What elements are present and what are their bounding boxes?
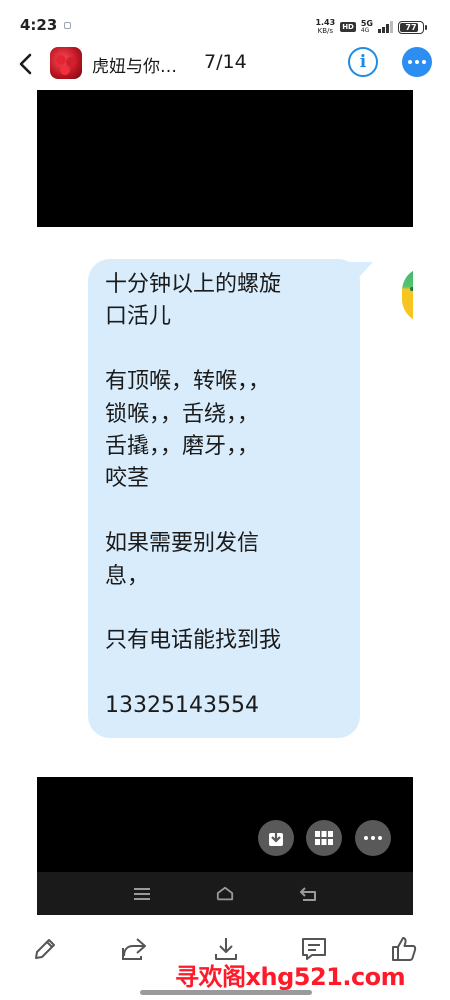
info-icon: i [359, 52, 367, 72]
status-bar: 4:23 1.43 KB/s HD 5G 4G 77 [0, 0, 450, 44]
network-speed-unit: KB/s [317, 27, 334, 35]
image-more-button[interactable] [355, 820, 391, 856]
avatar[interactable] [50, 47, 82, 79]
network-type: 5G 4G [360, 19, 373, 35]
pencil-icon [35, 939, 55, 959]
grid-view-button[interactable] [306, 820, 342, 856]
notification-icon [64, 22, 71, 29]
edit-button[interactable] [29, 933, 61, 965]
header: 虎妞与你… 7/14 i [0, 44, 450, 84]
watermark-text: 寻欢阁xhg521.com [175, 963, 406, 991]
chevron-left-icon [19, 53, 32, 75]
status-time: 4:23 [20, 16, 58, 34]
chat-screenshot: 十分钟以上的螺旋 口活儿 有顶喉，转喉，， 锁喉，，舌绕，， 舌撬，，磨牙，， … [37, 227, 413, 777]
network-type-label: 5G [360, 19, 373, 28]
sender-avatar-icon [402, 267, 413, 323]
home-indicator[interactable] [140, 990, 312, 995]
photo-navigation-bar [37, 872, 413, 915]
conversation-title[interactable]: 虎妞与你… [92, 52, 177, 77]
info-button[interactable]: i [348, 47, 378, 77]
photo-top-band [37, 90, 413, 227]
home-icon [216, 885, 234, 903]
share-button[interactable] [118, 933, 150, 965]
network-speed: 1.43 KB/s [315, 18, 336, 36]
back-button[interactable] [12, 50, 38, 78]
network-type-sub: 4G [360, 27, 370, 34]
photo-bottom-band [37, 777, 413, 872]
battery-level: 77 [405, 22, 417, 32]
menu-icon [133, 885, 151, 903]
photo-viewer[interactable]: 十分钟以上的螺旋 口活儿 有顶喉，转喉，， 锁喉，，舌绕，， 舌撬，，磨牙，， … [37, 90, 413, 915]
message-bubble: 十分钟以上的螺旋 口活儿 有顶喉，转喉，， 锁喉，，舌绕，， 舌撬，，磨牙，， … [88, 259, 360, 738]
more-icon [364, 836, 368, 840]
page-counter: 7/14 [204, 51, 247, 73]
share-icon [122, 938, 146, 960]
back-icon [299, 885, 317, 903]
save-image-button[interactable] [258, 820, 294, 856]
download-icon [269, 830, 283, 846]
battery-icon: 77 [398, 20, 427, 34]
network-speed-value: 1.43 [315, 18, 336, 27]
signal-icon [378, 21, 393, 33]
hd-badge: HD [340, 22, 356, 32]
more-button[interactable] [402, 47, 432, 77]
message-text: 十分钟以上的螺旋 口活儿 有顶喉，转喉，， 锁喉，，舌绕，， 舌撬，，磨牙，， … [105, 272, 282, 719]
status-indicators: 1.43 KB/s HD 5G 4G 77 [315, 17, 427, 37]
grid-icon [315, 831, 333, 845]
more-dots-icon [408, 60, 412, 64]
